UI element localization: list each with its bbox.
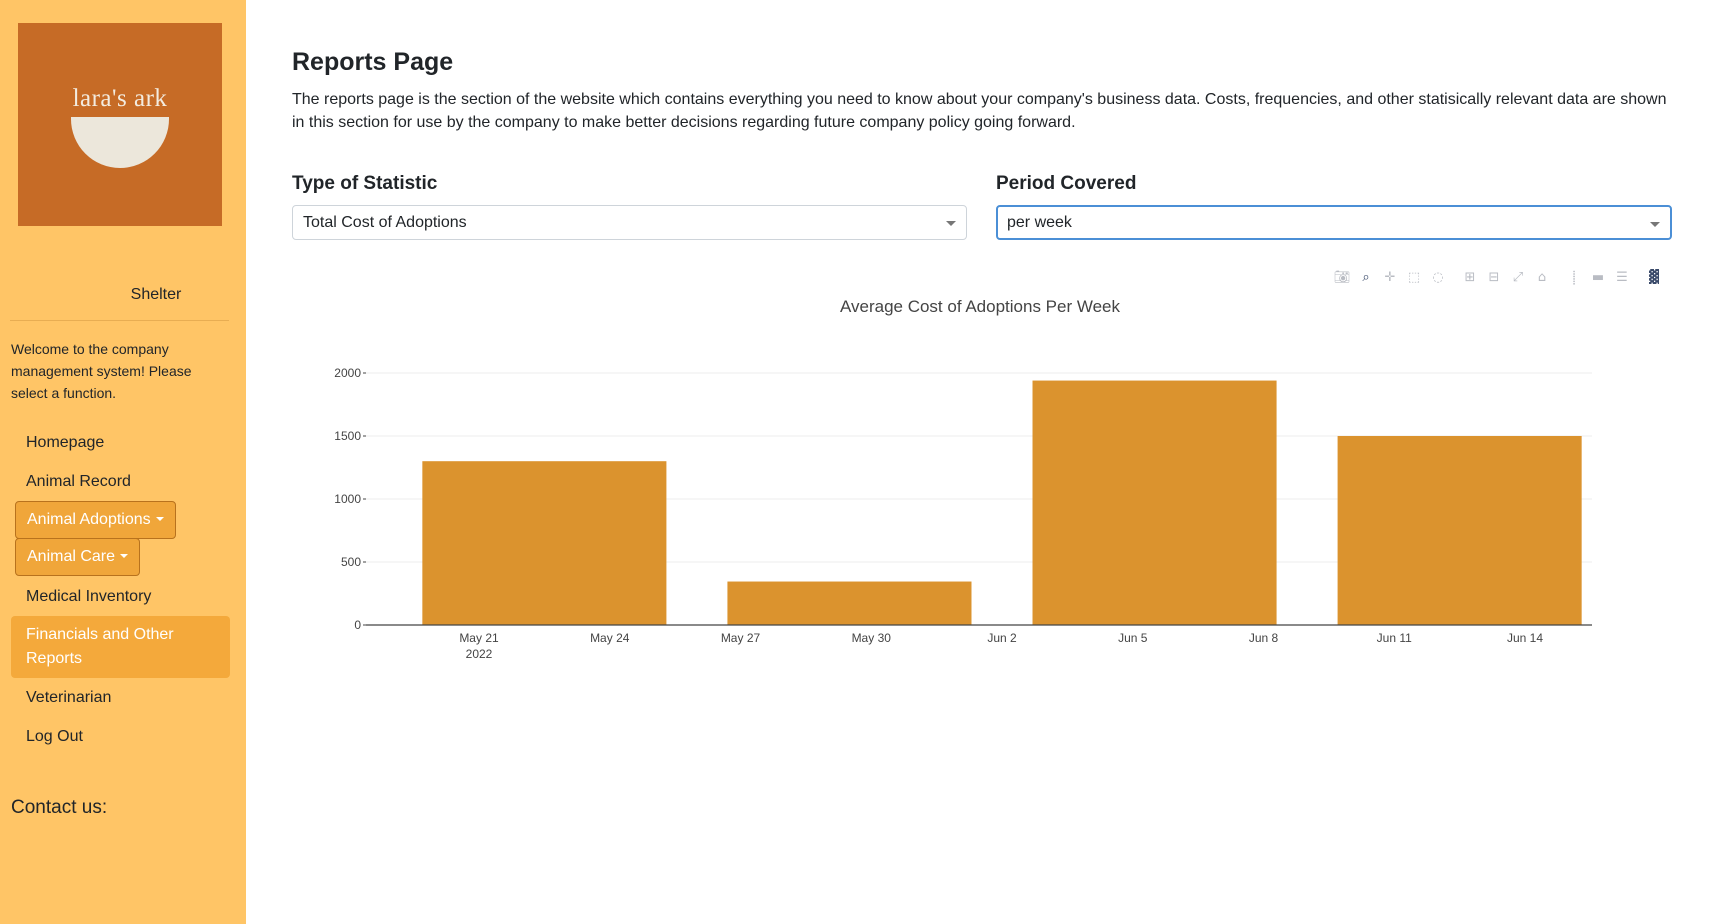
- nav-animal-care-dropdown[interactable]: Animal Care: [15, 538, 141, 576]
- reset-axes-icon[interactable]: ⌂: [1533, 268, 1551, 286]
- y-tick-label: 2000: [334, 366, 361, 380]
- statistic-label: Type of Statistic: [292, 173, 438, 194]
- hover-closest-icon[interactable]: ▬: [1589, 268, 1607, 286]
- shelter-label: Shelter: [130, 286, 182, 303]
- chart-bar: [422, 461, 667, 625]
- welcome-text: Welcome to the company management system…: [11, 341, 192, 401]
- y-tick-label: 1000: [334, 492, 361, 506]
- nav-log-out[interactable]: Log Out: [11, 717, 230, 756]
- caret-down-icon: [120, 554, 129, 558]
- nav-animal-record[interactable]: Animal Record: [11, 462, 230, 501]
- logo-bowl-icon: [71, 117, 169, 168]
- nav-homepage[interactable]: Homepage: [11, 423, 230, 462]
- x-tick-year-label: 2022: [466, 647, 493, 661]
- statistic-select-value: Total Cost of Adoptions: [303, 214, 467, 231]
- logo-text: lara's ark: [72, 85, 168, 112]
- period-label: Period Covered: [996, 173, 1137, 194]
- y-tick-label: 500: [341, 555, 361, 569]
- chart-bar: [1337, 436, 1582, 625]
- chart-bars: [422, 380, 1582, 625]
- chart-modebar: 📷︎ ⌕ ✛ ⬚ ◌ ⊞ ⊟ ⤢ ⌂ ⸽ ▬ ☰ ▓: [1333, 267, 1663, 287]
- chart-title: Average Cost of Adoptions Per Week: [840, 297, 1121, 316]
- x-tick-label: May 21: [459, 631, 499, 645]
- chevron-down-icon: [946, 221, 956, 226]
- statistic-select[interactable]: Total Cost of Adoptions: [292, 205, 967, 240]
- x-tick-label: Jun 8: [1249, 631, 1279, 645]
- nav-medical-inventory[interactable]: Medical Inventory: [11, 577, 230, 616]
- chevron-down-icon: [1650, 222, 1660, 227]
- y-tick-label: 0: [354, 618, 361, 632]
- camera-icon[interactable]: 📷︎: [1333, 268, 1351, 286]
- period-select-value: per week: [1007, 214, 1072, 231]
- bar-chart: Average Cost of Adoptions Per Week 0 500 1…: [334, 297, 1592, 661]
- nav-animal-care-row: Animal Care: [11, 538, 230, 576]
- sidebar-nav: Homepage Animal Record Animal Adoptions …: [11, 423, 230, 756]
- intro-text: The reports page is the section of the w…: [292, 91, 1667, 131]
- chart-bar: [727, 581, 972, 625]
- nav-financials-reports[interactable]: Financials and Other Reports: [11, 616, 230, 678]
- nav-animal-adoptions-label: Animal Adoptions: [27, 511, 151, 528]
- logo: lara's ark: [18, 23, 222, 226]
- pan-icon[interactable]: ✛: [1381, 268, 1399, 286]
- lasso-icon[interactable]: ◌: [1429, 268, 1447, 286]
- x-tick-label: May 30: [852, 631, 892, 645]
- y-tick-label: 1500: [334, 429, 361, 443]
- hover-compare-icon[interactable]: ☰: [1613, 268, 1631, 286]
- caret-down-icon: [155, 517, 164, 521]
- nav-veterinarian[interactable]: Veterinarian: [11, 678, 230, 717]
- chart-bar: [1032, 380, 1277, 625]
- zoom-out-icon[interactable]: ⊟: [1485, 268, 1503, 286]
- nav-animal-care-label: Animal Care: [27, 548, 116, 565]
- zoom-in-icon[interactable]: ⊞: [1461, 268, 1479, 286]
- x-tick-label: Jun 2: [987, 631, 1017, 645]
- page-title: Reports Page: [292, 48, 454, 76]
- spike-lines-icon[interactable]: ⸽: [1565, 268, 1583, 286]
- plotly-logo-icon[interactable]: ▓: [1645, 268, 1663, 286]
- x-tick-label: Jun 5: [1118, 631, 1148, 645]
- x-tick-label: May 27: [721, 631, 761, 645]
- nav-animal-adoptions-dropdown[interactable]: Animal Adoptions: [15, 501, 176, 539]
- autoscale-icon[interactable]: ⤢: [1509, 268, 1527, 286]
- box-select-icon[interactable]: ⬚: [1405, 268, 1423, 286]
- sidebar-divider: [10, 320, 229, 321]
- nav-animal-adoptions-row: Animal Adoptions: [11, 501, 230, 539]
- sidebar: lara's ark Shelter Welcome to the compan…: [0, 0, 246, 924]
- x-tick-label: May 24: [590, 631, 630, 645]
- x-tick-label: Jun 11: [1377, 631, 1412, 645]
- period-select[interactable]: per week: [996, 205, 1672, 240]
- zoom-icon[interactable]: ⌕: [1357, 268, 1375, 286]
- contact-heading: Contact us:: [11, 797, 108, 818]
- x-tick-label: Jun 14: [1507, 631, 1543, 645]
